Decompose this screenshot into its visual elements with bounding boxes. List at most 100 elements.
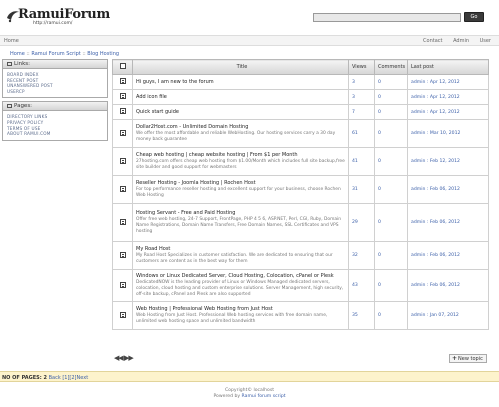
topic-icon <box>119 281 126 288</box>
topic-icon <box>119 185 126 192</box>
topic-icon <box>119 311 126 318</box>
nav-right: Contact Admin User <box>414 38 491 44</box>
topic-views: 7 <box>348 104 375 120</box>
topic-title-link[interactable]: Add icon file <box>136 94 167 100</box>
topic-title-link[interactable]: My Road Host <box>136 246 170 252</box>
topic-title-link[interactable]: Cheap web hosting | cheap website hostin… <box>136 152 298 158</box>
topic-views: 29 <box>348 203 375 242</box>
topic-icon <box>119 218 126 225</box>
topic-comments: 0 <box>374 175 408 204</box>
header: RamuiForum http://ramui.com/ Go <box>0 0 499 35</box>
topic-icon <box>119 251 126 258</box>
topic-title-link[interactable]: Quick start guide <box>136 109 179 115</box>
links-box: Links: Board index Recent post Unanswere… <box>2 59 108 99</box>
table-row: Reseller Hosting - Joomla Hosting | Roch… <box>112 175 489 204</box>
topic-icon <box>119 108 126 114</box>
topic-views: 43 <box>348 269 375 302</box>
topic-views: 61 <box>348 119 375 148</box>
topic-last-post[interactable]: admin : Apr 12, 2012 <box>407 74 489 90</box>
topics-table: Title Views Comments Last post Hi guys, … <box>112 59 489 330</box>
logo-url: http://ramui.com/ <box>33 21 73 26</box>
topic-last-post[interactable]: admin : Mar 10, 2012 <box>407 119 489 148</box>
table-row: My Road Host My Road Host Specializes in … <box>112 241 489 270</box>
topic-comments: 0 <box>374 241 408 270</box>
header-last-post[interactable]: Last post <box>407 59 489 75</box>
table-row: Cheap web hosting | cheap website hostin… <box>112 147 489 176</box>
pages-box: Pages: Directory Links Privacy Policy Te… <box>2 101 108 141</box>
topic-comments: 0 <box>374 104 408 120</box>
page-next-link[interactable]: Next <box>77 375 89 381</box>
folder-icon <box>7 61 12 66</box>
topic-title-link[interactable]: Windows or Linux Dedicated Server, Cloud… <box>136 273 334 279</box>
topic-icon <box>119 129 126 136</box>
topic-title-link[interactable]: Hi guys, I am new to the forum <box>136 79 214 85</box>
pages-box-title: Pages: <box>14 103 33 110</box>
plus-icon: + <box>452 355 458 362</box>
sidebar-link-usercp[interactable]: UserCP <box>7 89 103 95</box>
topic-comments: 0 <box>374 147 408 176</box>
topic-icon <box>119 78 126 84</box>
topic-last-post[interactable]: admin : Feb 06, 2012 <box>407 269 489 302</box>
table-row: Dollar2Host.com - Unlimited Domain Hosti… <box>112 119 489 148</box>
topic-title-link[interactable]: Reseller Hosting - Joomla Hosting | Roch… <box>136 180 256 186</box>
footer: Copyright© localhost Powered by Ramui fo… <box>0 388 499 400</box>
topic-comments: 0 <box>374 203 408 242</box>
sidebar: Links: Board index Recent post Unanswere… <box>2 59 108 144</box>
footer-powered-link[interactable]: Ramui forum script <box>242 394 286 399</box>
header-title[interactable]: Title <box>132 59 349 75</box>
nav-home-link[interactable]: Home <box>4 38 19 44</box>
topic-comments: 0 <box>374 74 408 90</box>
topic-comments: 0 <box>374 269 408 302</box>
breadcrumb-separator: :: <box>26 51 30 57</box>
sidebar-link-about[interactable]: About ramui.com <box>7 131 103 137</box>
topic-views: 32 <box>348 241 375 270</box>
topic-title-link[interactable]: Web Hosting | Professional Web Hosting f… <box>136 306 273 312</box>
topic-description: For top performance reseller hosting and… <box>136 187 341 198</box>
topic-last-post[interactable]: admin : Apr 12, 2012 <box>407 89 489 105</box>
nav-user-link[interactable]: User <box>480 38 491 44</box>
topic-views: 31 <box>348 175 375 204</box>
topic-comments: 0 <box>374 89 408 105</box>
topic-views: 35 <box>348 301 375 330</box>
pagination-bar: NO OF PAGES: 2 Back [1][2]Next <box>0 371 499 382</box>
table-row: Windows or Linux Dedicated Server, Cloud… <box>112 269 489 302</box>
topic-last-post[interactable]: admin : Feb 12, 2012 <box>407 147 489 176</box>
topic-title-link[interactable]: Hosting Servant - Free and Paid Hosting <box>136 210 235 216</box>
breadcrumb-forum[interactable]: Ramui Forum Script <box>31 51 80 57</box>
topic-icon <box>119 93 126 99</box>
pager: ◀◀ ▶▶ <box>114 354 134 362</box>
nav-contact-link[interactable]: Contact <box>423 38 442 44</box>
next-page-icon[interactable]: ▶▶ <box>124 354 134 362</box>
topic-last-post[interactable]: admin : Jan 07, 2012 <box>407 301 489 330</box>
go-button[interactable]: Go <box>464 12 484 22</box>
site-logo[interactable]: RamuiForum http://ramui.com/ <box>6 7 116 31</box>
new-topic-label: New topic <box>458 356 483 362</box>
table-row: Web Hosting | Professional Web Hosting f… <box>112 301 489 330</box>
links-box-title: Links: <box>14 61 30 67</box>
breadcrumb-section[interactable]: Blog Hosting <box>87 51 119 57</box>
topic-last-post[interactable]: admin : Feb 06, 2012 <box>407 241 489 270</box>
header-icon-cell <box>112 59 133 75</box>
topic-last-post[interactable]: admin : Feb 06, 2012 <box>407 203 489 242</box>
topic-last-post[interactable]: admin : Feb 06, 2012 <box>407 175 489 204</box>
search-input[interactable] <box>313 13 461 22</box>
breadcrumb-home[interactable]: Home <box>10 51 25 57</box>
new-topic-button[interactable]: +New topic <box>449 354 487 363</box>
nav-admin-link[interactable]: Admin <box>453 38 469 44</box>
topic-description: My Road Host Specializes in customer sat… <box>136 253 333 264</box>
page-2-link[interactable]: [2] <box>69 375 76 381</box>
topic-description: DedicatedNOW is the leading provider of … <box>136 280 344 297</box>
topic-last-post[interactable]: admin : Apr 12, 2012 <box>407 104 489 120</box>
topic-icon <box>119 157 126 164</box>
prev-page-icon[interactable]: ◀◀ <box>114 354 124 362</box>
links-box-header: Links: <box>3 60 107 69</box>
header-views[interactable]: Views <box>348 59 375 75</box>
topic-title-link[interactable]: Dollar2Host.com - Unlimited Domain Hosti… <box>136 124 248 130</box>
topic-description: We offer the most affordable and reliabl… <box>136 131 336 142</box>
topic-description: Offer free web hosting, 24-7 Support, Fr… <box>136 217 342 234</box>
topic-views: 3 <box>348 89 375 105</box>
header-comments[interactable]: Comments <box>374 59 408 75</box>
table-row: Add icon file 3 0 admin : Apr 12, 2012 <box>112 89 489 105</box>
pages-box-header: Pages: <box>3 102 107 112</box>
page-back-link[interactable]: Back <box>49 375 61 381</box>
